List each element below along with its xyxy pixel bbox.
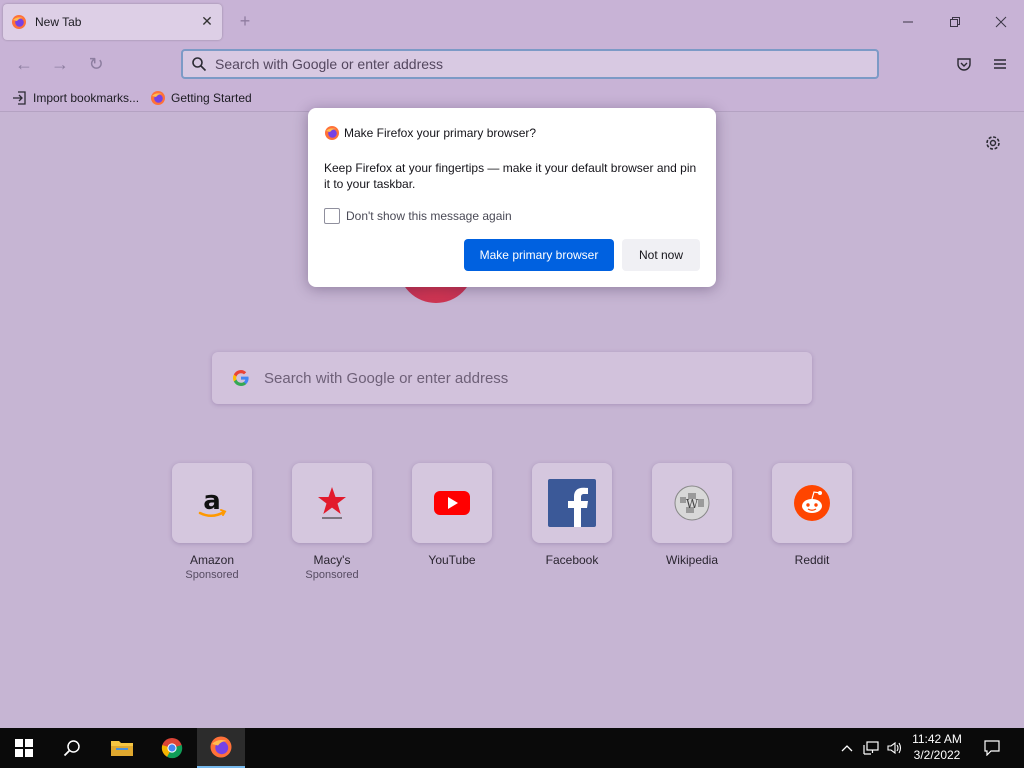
top-site-macys[interactable]: Macy's Sponsored [292,463,372,582]
tab-bar: New Tab ✕ + [0,0,1024,44]
new-tab-plus-icon[interactable]: + [236,12,254,30]
make-primary-browser-button[interactable]: Make primary browser [464,239,614,271]
speaker-glyph [887,741,902,755]
close-glyph [995,16,1007,28]
network-icon[interactable] [860,728,882,768]
firefox-taskbar-button[interactable] [197,728,245,768]
chrome-icon [161,738,183,759]
newtab-search-box[interactable]: Search with Google or enter address [212,352,812,404]
minimize-glyph [903,21,913,23]
not-now-button[interactable]: Not now [622,239,700,271]
bookmark-getting-started[interactable]: Getting Started [150,90,252,106]
dont-show-again-row[interactable]: Don't show this message again [324,208,512,224]
chrome-button[interactable] [148,728,196,768]
tile-box: W [652,463,732,543]
bookmark-import[interactable]: Import bookmarks... [12,90,139,106]
bookmark-label: Import bookmarks... [33,91,140,105]
firefox-icon [210,736,232,758]
top-sites: a Amazon Sponsored Macy's Sponsored YouT… [172,463,872,593]
dont-show-again-checkbox[interactable] [324,208,340,224]
tile-label: Reddit [794,553,830,567]
back-arrow-icon[interactable]: ← [12,52,36,76]
system-clock[interactable]: 11:42 AM 3/2/2022 [905,731,969,763]
tile-box [532,463,612,543]
import-icon [13,91,26,105]
file-explorer-button[interactable] [98,728,146,768]
checkbox-label: Don't show this message again [346,209,512,223]
wikipedia-globe-icon: W [674,485,710,521]
tile-label: Amazon [189,553,235,567]
tab-new-tab[interactable]: New Tab ✕ [3,4,222,40]
youtube-icon [434,491,470,515]
windows-logo-icon [15,739,33,757]
tile-sponsored: Sponsored [305,569,359,581]
top-site-wikipedia[interactable]: W Wikipedia [652,463,732,568]
tile-box [412,463,492,543]
clock-time: 11:42 AM [912,732,962,746]
hamburger-glyph [994,59,1006,69]
top-site-amazon[interactable]: a Amazon Sponsored [172,463,252,582]
tile-label: YouTube [428,553,476,567]
svg-text:a: a [203,486,221,516]
reload-icon[interactable]: ↻ [84,52,108,76]
google-icon [233,370,249,386]
folder-icon [111,741,133,756]
taskbar-search-button[interactable] [48,728,96,768]
dialog-title: Make Firefox your primary browser? [344,126,537,140]
tile-label: Macy's [313,553,351,567]
macys-star-icon [318,487,346,519]
windows-taskbar: 11:42 AM 3/2/2022 [0,728,1024,768]
svg-text:W: W [686,497,699,511]
restore-glyph [950,17,960,27]
amazon-icon: a [198,486,227,517]
firefox-icon [151,91,165,105]
dialog-header: Make Firefox your primary browser? [324,125,536,141]
tile-sponsored: Sponsored [185,569,239,581]
tile-label: Wikipedia [665,553,719,567]
nav-bar: ← → ↻ Search with Google or enter addres… [0,44,1024,84]
restore-icon[interactable] [940,8,970,36]
url-placeholder: Search with Google or enter address [215,56,444,72]
network-glyph [863,741,879,755]
forward-arrow-icon[interactable]: → [48,52,72,76]
dialog-message: Keep Firefox at your fingertips — make i… [324,161,697,191]
tile-box [772,463,852,543]
top-site-facebook[interactable]: Facebook [532,463,612,568]
action-center-icon[interactable] [978,728,1006,768]
reddit-icon [794,485,830,521]
bookmark-label: Getting Started [171,91,252,105]
volume-icon[interactable] [884,728,906,768]
top-site-youtube[interactable]: YouTube [412,463,492,568]
pocket-glyph [957,58,971,71]
pocket-icon[interactable] [954,54,974,74]
search-icon [192,57,207,72]
clock-date: 3/2/2022 [913,748,961,762]
newtab-search-placeholder: Search with Google or enter address [264,369,509,387]
show-hidden-icons-chevron-icon[interactable] [838,728,856,768]
tile-label: Facebook [545,553,599,567]
minimize-icon[interactable] [893,8,923,36]
start-button[interactable] [0,728,48,768]
search-icon [63,740,80,757]
facebook-icon [548,479,596,527]
close-tab-icon[interactable]: ✕ [200,14,214,28]
window-close-icon[interactable] [986,8,1016,36]
tab-title: New Tab [35,15,82,29]
firefox-icon [12,15,26,29]
menu-hamburger-icon[interactable] [990,54,1010,74]
default-browser-dialog: Make Firefox your primary browser? Keep … [308,108,716,287]
notification-glyph [984,740,1000,756]
firefox-icon [325,126,339,140]
chevron-up-glyph [841,745,853,752]
tile-box: a [172,463,252,543]
gear-icon[interactable] [983,133,1003,153]
url-bar[interactable]: Search with Google or enter address [181,49,879,79]
tile-box [292,463,372,543]
top-site-reddit[interactable]: Reddit [772,463,852,568]
